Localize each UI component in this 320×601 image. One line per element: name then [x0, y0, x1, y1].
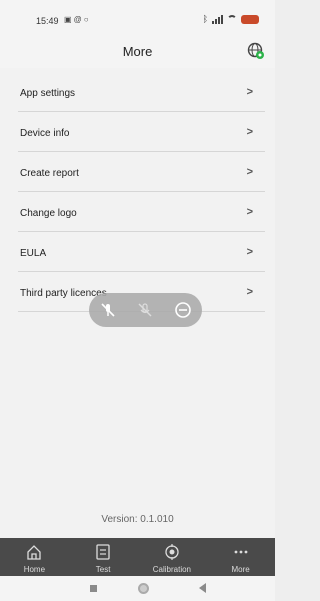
menu-item-label: Change logo — [20, 208, 77, 219]
globe-settings-button[interactable] — [247, 42, 265, 60]
floating-media-controls — [89, 293, 202, 327]
minus-circle-icon — [175, 302, 191, 318]
sync-icon: ○ — [83, 15, 91, 24]
menu-item-label: Device info — [20, 128, 70, 139]
app-screen: 15:49 ▣@○ ᛒ More App settings > Device i… — [0, 0, 275, 601]
menu-item-label: EULA — [20, 248, 47, 259]
at-sign-icon: @ — [73, 15, 84, 24]
menu-item-create-report[interactable]: Create report > — [18, 152, 265, 192]
tab-more[interactable]: More — [206, 538, 275, 576]
chevron-right-icon: > — [246, 206, 253, 218]
more-icon — [234, 550, 248, 554]
mic-muted-button[interactable] — [134, 299, 156, 321]
bluetooth-icon: ᛒ — [202, 14, 208, 24]
tab-home[interactable]: Home — [0, 538, 69, 576]
signal-icon — [212, 14, 223, 24]
status-bar: 15:49 ▣@○ ᛒ — [0, 0, 275, 38]
chevron-right-icon: > — [246, 126, 253, 138]
menu-item-device-info[interactable]: Device info > — [18, 112, 265, 152]
tab-calibration[interactable]: Calibration — [138, 538, 207, 576]
status-time: 15:49 — [36, 16, 59, 26]
test-icon — [96, 544, 110, 560]
top-app-bar: More — [0, 38, 275, 68]
tab-label: Calibration — [152, 565, 191, 574]
back-button[interactable] — [199, 583, 206, 593]
message-icon: ▣ — [64, 15, 74, 24]
tab-label: Home — [23, 565, 46, 574]
tab-test[interactable]: Test — [69, 538, 138, 576]
menu-item-label: Create report — [20, 168, 79, 179]
version-label: Version: 0.1.010 — [101, 514, 174, 525]
page-title: More — [122, 44, 153, 59]
mic-muted-icon — [138, 303, 152, 317]
mic-off-button[interactable] — [97, 299, 119, 321]
chevron-right-icon: > — [246, 166, 253, 178]
chevron-right-icon: > — [246, 246, 253, 258]
recents-button[interactable] — [90, 585, 97, 592]
wifi-icon — [227, 15, 237, 23]
menu-item-change-logo[interactable]: Change logo > — [18, 192, 265, 232]
battery-icon — [241, 14, 259, 24]
bottom-tab-bar: Home Test Calibration More — [0, 538, 275, 576]
calibration-icon — [165, 544, 179, 560]
menu-item-label: App settings — [20, 88, 76, 99]
menu-item-eula[interactable]: EULA > — [18, 232, 265, 272]
system-nav-bar — [0, 576, 275, 601]
home-nav-button[interactable] — [138, 583, 149, 594]
status-left-icons: ▣@○ — [64, 15, 91, 24]
chevron-right-icon: > — [246, 86, 253, 98]
minus-circle-button[interactable] — [172, 299, 194, 321]
chevron-right-icon: > — [246, 286, 253, 298]
mic-off-icon — [101, 303, 115, 317]
tab-label: More — [231, 565, 250, 574]
more-menu-list: App settings > Device info > Create repo… — [0, 72, 275, 312]
menu-item-app-settings[interactable]: App settings > — [18, 72, 265, 112]
status-right-icons: ᛒ — [203, 14, 259, 24]
globe-settings-icon — [247, 42, 264, 59]
tab-label: Test — [95, 565, 111, 574]
home-icon — [27, 545, 42, 560]
